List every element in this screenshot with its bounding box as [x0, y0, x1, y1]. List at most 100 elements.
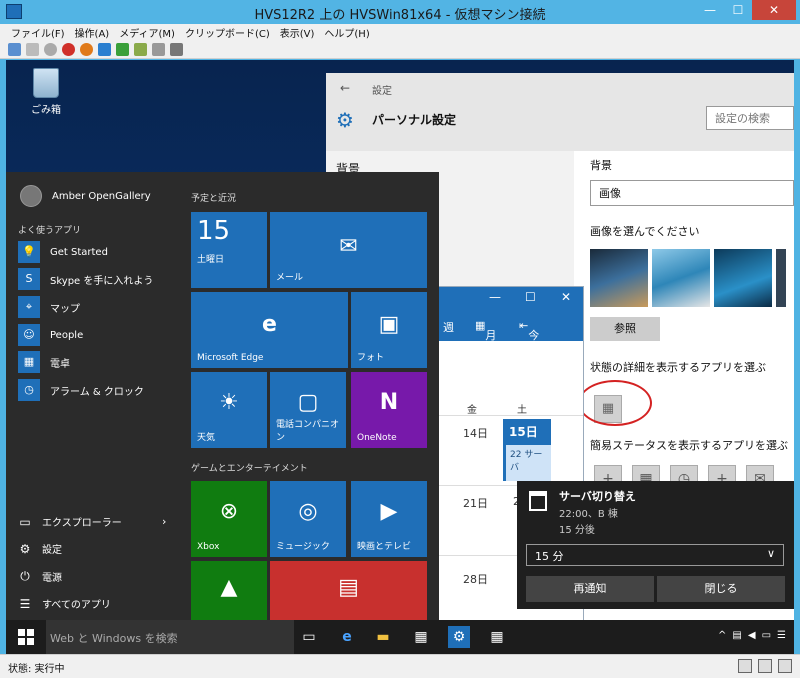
- start-icon[interactable]: [26, 42, 39, 56]
- app-alarms[interactable]: ◷ アラーム & クロック: [18, 379, 144, 401]
- windows-start-icon[interactable]: [18, 629, 34, 645]
- settings-header: ← 設定 ⚙ パーソナル設定: [326, 73, 794, 151]
- calendar-today[interactable]: 15日: [503, 419, 551, 445]
- ctrl-alt-del-icon[interactable]: [8, 42, 21, 56]
- gear-icon: ⚙: [19, 541, 31, 556]
- browse-button[interactable]: 参照: [590, 317, 660, 341]
- minimize-button[interactable]: —: [489, 290, 501, 304]
- skype-icon: S: [18, 268, 40, 290]
- map-icon: ⌖: [18, 296, 40, 318]
- menu-item-explorer[interactable]: ▭ エクスプローラー: [18, 514, 121, 530]
- clapper-icon: ▶: [380, 499, 398, 524]
- shutdown-icon[interactable]: [62, 42, 75, 56]
- store-icon[interactable]: ▦: [410, 626, 432, 648]
- tile-weather[interactable]: ☀ 天気: [191, 372, 267, 448]
- highlight-circle: [578, 380, 652, 426]
- folder-icon[interactable]: ▬: [372, 626, 394, 648]
- calendar-date[interactable]: 14日: [463, 425, 488, 441]
- volume-icon[interactable]: ◀: [748, 630, 756, 641]
- calendar-date[interactable]: 21日: [463, 495, 488, 511]
- start-menu: Amber OpenGallery よく使うアプリ 💡 Get Started …: [6, 172, 439, 620]
- maximize-button[interactable]: ☐: [724, 0, 752, 20]
- choose-picture-label: 画像を選んでください: [590, 225, 700, 238]
- view-week-button[interactable]: 週: [443, 319, 454, 335]
- tile-news[interactable]: ▤: [270, 561, 427, 620]
- menu-item-settings[interactable]: ⚙ 設定: [18, 541, 62, 557]
- turn-off-icon[interactable]: [44, 42, 57, 56]
- menu-clipboard[interactable]: クリップボード(C): [180, 24, 275, 40]
- menu-help[interactable]: ヘルプ(H): [319, 24, 374, 40]
- menu-view[interactable]: 表示(V): [275, 24, 320, 40]
- gear-icon[interactable]: ⚙: [448, 626, 470, 648]
- tile-phone-companion[interactable]: ▢ 電話コンパニオン: [270, 372, 346, 448]
- tile-onenote[interactable]: N OneNote: [351, 372, 427, 448]
- people-icon: ☺: [18, 324, 40, 346]
- power-icon[interactable]: [80, 42, 93, 56]
- menu-file[interactable]: ファイル(F): [6, 24, 70, 40]
- picture-thumbnail[interactable]: [776, 249, 786, 307]
- settings-breadcrumb: 設定: [372, 86, 392, 97]
- menu-action[interactable]: 操作(A): [70, 24, 115, 40]
- revert-icon[interactable]: [152, 42, 165, 56]
- tile-xbox[interactable]: ⊗ Xbox: [191, 481, 267, 557]
- app-people[interactable]: ☺ People: [18, 324, 83, 346]
- app-get-started[interactable]: 💡 Get Started: [18, 241, 108, 263]
- taskbar-search-input[interactable]: Web と Windows を検索: [46, 620, 294, 654]
- page-title: パーソナル設定: [372, 113, 457, 127]
- picture-thumbnail[interactable]: [714, 249, 772, 307]
- user-name: Amber OpenGallery: [52, 190, 151, 202]
- status-text: 状態: 実行中: [8, 664, 65, 675]
- keyboard-icon[interactable]: ▭: [762, 630, 771, 641]
- tile-calendar[interactable]: 15 土曜日: [191, 212, 267, 288]
- maximize-button[interactable]: ☐: [525, 290, 536, 304]
- checkpoint-icon[interactable]: [134, 42, 147, 56]
- tile-photos[interactable]: ▣ フォト: [351, 292, 427, 368]
- action-center-icon[interactable]: ☰: [777, 630, 786, 641]
- task-view-icon[interactable]: ▭: [298, 626, 320, 648]
- back-arrow-icon[interactable]: ←: [340, 81, 350, 95]
- reminder-toast: サーバ切り替え 22:00、B 棟 15 分後 15 分 ∨ 再通知 閉じる: [517, 481, 794, 609]
- user-account[interactable]: Amber OpenGallery: [20, 185, 151, 207]
- snooze-button[interactable]: 再通知: [526, 576, 654, 602]
- calendar-date[interactable]: 28日: [463, 571, 488, 587]
- calendar-event[interactable]: 22 サーバ: [503, 445, 551, 481]
- app-calculator[interactable]: ▦ 電卓: [18, 351, 70, 373]
- menu-item-all-apps[interactable]: ☰ すべてのアプリ: [18, 596, 111, 612]
- menu-item-power[interactable]: ⏻ 電源: [18, 569, 62, 584]
- enhanced-session-icon[interactable]: [170, 42, 183, 56]
- host-title-bar: HVS12R2 上の HVSWin81x64 - 仮想マシン接続 — ☐ ✕: [0, 0, 800, 24]
- network-icon[interactable]: ▤: [732, 630, 741, 641]
- devices-icon: ▢: [297, 390, 319, 415]
- picture-thumbnail[interactable]: [590, 249, 648, 307]
- dismiss-button[interactable]: 閉じる: [657, 576, 785, 602]
- chevron-up-icon[interactable]: ^: [718, 630, 726, 641]
- app-skype[interactable]: S Skype を手に入れよう: [18, 268, 153, 290]
- tile-mail[interactable]: ✉ メール: [270, 212, 427, 288]
- snooze-dropdown[interactable]: 15 分 ∨: [526, 544, 784, 566]
- recycle-bin[interactable]: ごみ箱: [24, 68, 68, 116]
- reset-icon[interactable]: [116, 42, 129, 56]
- toast-time: 15 分後: [559, 525, 595, 536]
- view-today-button[interactable]: ⇤ 今日: [519, 319, 539, 358]
- tile-music[interactable]: ◎ ミュージック: [270, 481, 346, 557]
- picture-thumbnail[interactable]: [652, 249, 710, 307]
- background-dropdown[interactable]: 画像: [590, 180, 794, 206]
- calendar-icon[interactable]: ▦: [486, 626, 508, 648]
- close-button[interactable]: ✕: [752, 0, 796, 20]
- lightbulb-icon: 💡: [18, 241, 40, 263]
- edge-icon[interactable]: e: [336, 626, 358, 648]
- menu-media[interactable]: メディア(M): [114, 24, 180, 40]
- minimize-button[interactable]: —: [696, 0, 724, 20]
- view-month-button[interactable]: ▦ 月: [475, 319, 496, 342]
- tile-money[interactable]: ▲: [191, 561, 267, 620]
- settings-search-input[interactable]: [706, 106, 794, 130]
- app-maps[interactable]: ⌖ マップ: [18, 296, 80, 318]
- pause-icon[interactable]: [98, 42, 111, 56]
- tile-movies[interactable]: ▶ 映画とテレビ: [351, 481, 427, 557]
- tile-edge[interactable]: e Microsoft Edge: [191, 292, 348, 368]
- recycle-bin-label: ごみ箱: [31, 105, 61, 116]
- snooze-value: 15 分: [535, 550, 564, 563]
- chevron-right-icon[interactable]: ›: [162, 515, 166, 528]
- close-button[interactable]: ✕: [561, 290, 571, 304]
- tile-group-heading: ゲームとエンターテイメント: [191, 464, 308, 474]
